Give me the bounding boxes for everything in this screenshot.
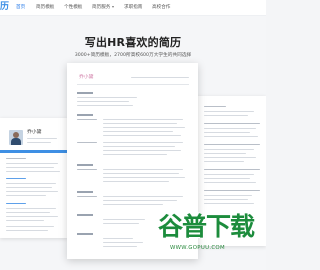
text-line bbox=[77, 196, 97, 198]
text-line bbox=[103, 181, 169, 183]
text-line bbox=[6, 187, 52, 189]
section-heading bbox=[6, 178, 26, 180]
resume-name-main: 乔小黛 bbox=[79, 75, 94, 80]
text-line bbox=[204, 153, 246, 155]
nav-item-resume-services-label: 简历服务 bbox=[92, 5, 111, 10]
text-line bbox=[77, 105, 133, 107]
watermark-url: WWW.GOPUU.COM bbox=[170, 245, 225, 251]
text-line bbox=[103, 169, 183, 171]
text-line bbox=[6, 220, 44, 222]
text-line bbox=[6, 212, 50, 214]
text-line bbox=[204, 115, 248, 117]
avatar bbox=[9, 130, 23, 145]
section-heading bbox=[77, 164, 93, 166]
text-line bbox=[6, 230, 48, 232]
text-line bbox=[204, 199, 248, 201]
section-heading bbox=[204, 169, 260, 171]
section-heading bbox=[77, 92, 93, 94]
top-nav: 历 首页 简历模板 个性模板 简历服务 求职指南 高校合作 bbox=[0, 0, 266, 16]
text-line bbox=[77, 169, 97, 171]
section-heading bbox=[6, 203, 26, 205]
text-line bbox=[103, 238, 133, 240]
text-line bbox=[103, 146, 175, 148]
watermark-text: 谷普下载 bbox=[158, 212, 255, 241]
avatar-body bbox=[11, 138, 21, 145]
text-line bbox=[103, 223, 139, 225]
text-line bbox=[103, 127, 185, 129]
text-line bbox=[103, 131, 173, 133]
text-line bbox=[77, 97, 137, 99]
text-line bbox=[77, 101, 129, 103]
section-heading bbox=[77, 214, 93, 216]
text-line bbox=[6, 163, 58, 165]
text-line bbox=[6, 195, 46, 197]
resume-preview-left[interactable]: 乔小黛 bbox=[0, 118, 68, 238]
text-line bbox=[77, 142, 97, 144]
page: 历 首页 简历模板 个性模板 简历服务 求职指南 高校合作 写出HR喜欢的简历 … bbox=[0, 0, 266, 270]
text-line bbox=[6, 167, 54, 169]
nav-item-university-partnership[interactable]: 高校合作 bbox=[152, 4, 170, 11]
text-line bbox=[27, 138, 57, 140]
text-line bbox=[103, 242, 143, 244]
text-line bbox=[204, 149, 254, 151]
section-heading bbox=[204, 106, 226, 108]
text-line bbox=[103, 204, 163, 206]
chevron-down-icon bbox=[112, 5, 115, 8]
resume-name-left: 乔小黛 bbox=[27, 130, 42, 135]
text-line bbox=[204, 128, 256, 130]
watermark: 谷普下载 WWW.GOPUU.COM bbox=[158, 212, 258, 260]
section-heading bbox=[6, 158, 26, 160]
header-band bbox=[0, 150, 68, 153]
nav-item-personal-templates[interactable]: 个性模板 bbox=[64, 4, 82, 11]
text-line bbox=[204, 203, 254, 205]
text-line bbox=[103, 246, 137, 248]
text-line bbox=[6, 183, 56, 185]
hero-subtitle: 3000+简历模板，2700所高校600万大学生的共同选择 bbox=[74, 53, 192, 58]
nav-item-resume-templates[interactable]: 简历模板 bbox=[36, 4, 54, 11]
text-line bbox=[103, 150, 181, 152]
section-heading bbox=[77, 233, 93, 235]
text-line bbox=[103, 119, 183, 121]
section-heading bbox=[204, 190, 260, 192]
text-line bbox=[6, 226, 54, 228]
text-line bbox=[103, 173, 179, 175]
text-line bbox=[204, 161, 244, 163]
text-line bbox=[103, 154, 167, 156]
text-line bbox=[204, 174, 254, 176]
text-line bbox=[77, 119, 97, 121]
text-line bbox=[103, 196, 183, 198]
site-logo[interactable]: 历 bbox=[0, 2, 9, 13]
contact-line bbox=[131, 77, 189, 79]
text-line bbox=[6, 191, 58, 193]
text-line bbox=[204, 157, 256, 159]
text-line bbox=[103, 219, 145, 221]
section-heading bbox=[204, 144, 260, 146]
nav-item-job-guide[interactable]: 求职指南 bbox=[124, 4, 142, 11]
text-line bbox=[103, 200, 177, 202]
text-line bbox=[103, 135, 181, 137]
text-line bbox=[6, 216, 58, 218]
text-line bbox=[204, 195, 252, 197]
text-line bbox=[204, 182, 256, 184]
text-line bbox=[27, 142, 51, 144]
nav-item-home[interactable]: 首页 bbox=[16, 4, 25, 11]
text-line bbox=[204, 178, 250, 180]
section-heading bbox=[204, 123, 260, 125]
text-line bbox=[103, 142, 183, 144]
text-line bbox=[204, 111, 254, 113]
nav-item-resume-services[interactable]: 简历服务 bbox=[92, 4, 115, 11]
text-line bbox=[103, 177, 185, 179]
text-line bbox=[6, 171, 60, 173]
section-heading bbox=[77, 191, 93, 193]
hero-title: 写出HR喜欢的简历 bbox=[84, 36, 182, 49]
text-line bbox=[6, 208, 56, 210]
text-line bbox=[204, 132, 250, 134]
section-heading bbox=[77, 114, 93, 116]
text-line bbox=[204, 136, 258, 138]
text-line bbox=[103, 123, 177, 125]
divider bbox=[77, 84, 189, 85]
